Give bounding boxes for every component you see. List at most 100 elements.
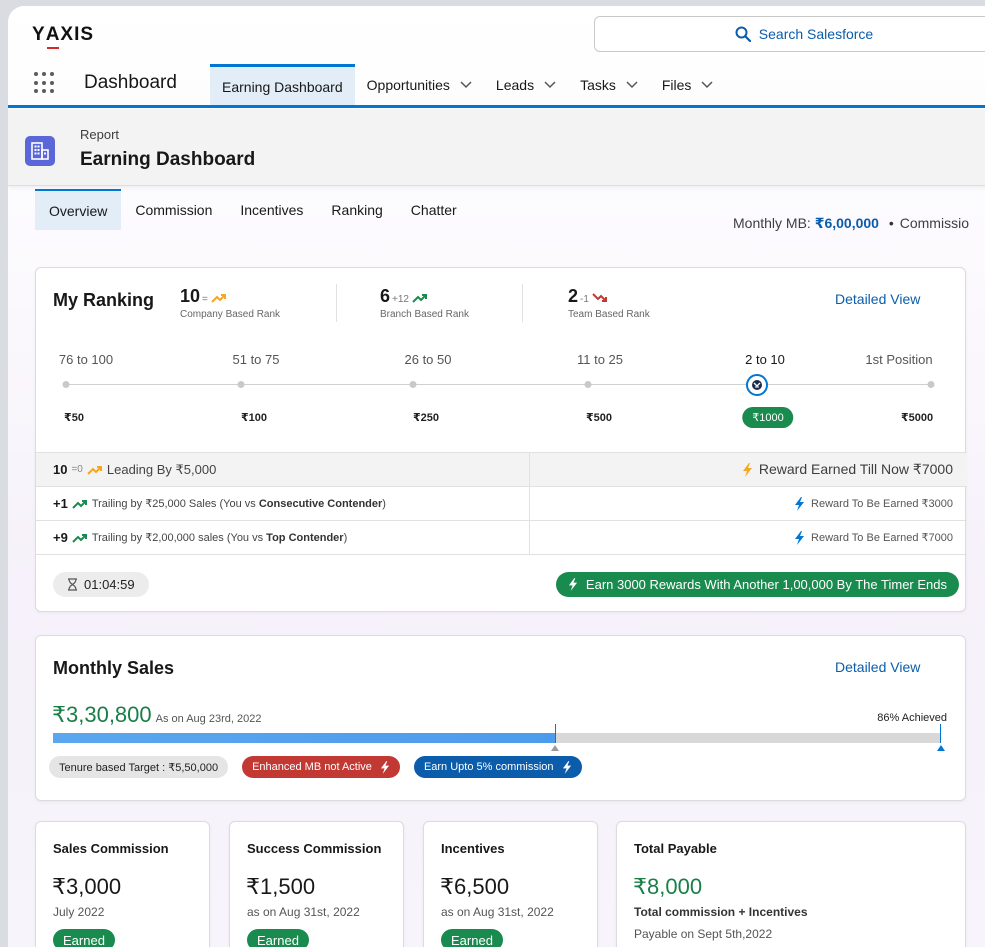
bolt-icon xyxy=(795,530,805,545)
row-text: Trailing by ₹2,00,000 sales (You vs Top … xyxy=(92,531,347,544)
tier-range: 26 to 50 xyxy=(404,352,452,367)
row-left: +9 Trailing by ₹2,00,000 sales (You vs T… xyxy=(36,521,530,554)
tier-range-current: 2 to 10 xyxy=(745,352,785,367)
tab-label: Opportunities xyxy=(366,77,450,93)
trend-down-icon xyxy=(592,293,607,302)
company-rank: 10 = Company Based Rank xyxy=(180,286,280,320)
tab-earning-dashboard[interactable]: Earning Dashboard xyxy=(210,64,355,106)
report-icon xyxy=(25,136,55,166)
chevron-down-icon[interactable] xyxy=(626,81,638,89)
bolt-icon xyxy=(568,578,578,591)
chevron-down-icon[interactable] xyxy=(701,81,713,89)
card-title: Total Payable xyxy=(634,841,717,856)
card-title: Sales Commission xyxy=(53,841,169,856)
card-title: Success Commission xyxy=(247,841,382,856)
monthly-mb-value: ₹6,00,000 xyxy=(814,215,879,231)
tier-rewards: ₹50 ₹100 ₹250 ₹500 ₹1000 ₹5000 xyxy=(36,407,967,432)
bolt-icon xyxy=(380,760,390,774)
tier-reward: ₹250 xyxy=(412,412,440,424)
earn-rewards-cta[interactable]: Earn 3000 Rewards With Another 1,00,000 … xyxy=(555,572,959,597)
rank-delta: = xyxy=(202,294,208,305)
tab-label: Earning Dashboard xyxy=(222,78,343,95)
tier-reward: ₹50 xyxy=(64,412,84,424)
tier-dot xyxy=(409,381,417,388)
monthly-sales-title: Monthly Sales xyxy=(53,658,175,678)
sales-commission-card[interactable]: Sales Commission ₹3,000 July 2022 Earned xyxy=(35,821,210,947)
tab-files[interactable]: Files xyxy=(650,64,726,106)
divider xyxy=(522,284,523,322)
incentives-card[interactable]: Incentives ₹6,500 as on Aug 31st, 2022 E… xyxy=(423,821,598,947)
sales-pills: Tenure based Target : ₹5,50,000 Enhanced… xyxy=(49,756,582,778)
tab-leads[interactable]: Leads xyxy=(484,64,568,106)
row-text: Trailing by ₹25,000 Sales (You vs Consec… xyxy=(92,497,386,510)
tier-dot xyxy=(927,381,935,388)
app-frame: YAXIS Search Salesforce Dashboard Earnin… xyxy=(8,6,985,947)
sales-as-on: As on Aug 23rd, 2022 xyxy=(155,713,262,725)
row-text-post: ) xyxy=(382,498,386,510)
pill-label: Tenure based Target : ₹5,50,000 xyxy=(59,761,219,774)
card-value: ₹6,500 xyxy=(440,874,510,899)
success-commission-card[interactable]: Success Commission ₹1,500 as on Aug 31st… xyxy=(229,821,404,947)
tier-range: 1st Position xyxy=(865,352,933,367)
row-delta: =0 xyxy=(71,464,83,475)
app-launcher-icon[interactable] xyxy=(34,72,56,94)
subtab-ranking[interactable]: Ranking xyxy=(317,189,396,230)
card-subtitle: Total commission + Incentives xyxy=(634,905,808,919)
tier-dot xyxy=(584,381,592,388)
sales-progress-bar xyxy=(53,724,941,743)
bolt-icon xyxy=(562,760,571,774)
earn-commission-pill[interactable]: Earn Upto 5% commission xyxy=(413,756,582,778)
target-marker xyxy=(940,724,941,743)
rank-delta: +12 xyxy=(392,294,409,305)
page-title: Earning Dashboard xyxy=(80,149,256,170)
subtabs: Overview Commission Incentives Ranking C… xyxy=(35,189,471,230)
separator: • xyxy=(888,215,894,231)
total-payable-card[interactable]: Total Payable ₹8,000 Total commission + … xyxy=(616,821,966,947)
ranking-detailed-view-link[interactable]: Detailed View xyxy=(835,291,920,307)
sales-amount: ₹3,30,800 As on Aug 23rd, 2022 xyxy=(52,702,261,728)
row-rank: +1 xyxy=(53,496,68,511)
logo-text: A xyxy=(45,24,61,49)
bolt-icon xyxy=(742,462,752,477)
commission-label: Commissio xyxy=(899,215,969,231)
row-left: +1 Trailing by ₹25,000 Sales (You vs Con… xyxy=(36,487,530,520)
sales-detailed-view-link[interactable]: Detailed View xyxy=(835,659,920,675)
chevron-down-icon[interactable] xyxy=(460,81,472,89)
pill-label: Enhanced MB not Active xyxy=(252,761,372,773)
yaxis-logo[interactable]: YAXIS xyxy=(32,24,94,49)
search-placeholder: Search Salesforce xyxy=(758,26,874,42)
tenure-target-pill: Tenure based Target : ₹5,50,000 xyxy=(49,756,229,778)
rank-value: 6 xyxy=(380,286,391,306)
tier-range: 76 to 100 xyxy=(58,352,114,367)
card-value: ₹3,000 xyxy=(52,874,122,899)
search-icon xyxy=(735,26,751,42)
trend-up-icon xyxy=(72,533,87,543)
row-left: 10 =0 Leading By ₹5,000 xyxy=(36,453,530,486)
nav-tabs: Earning Dashboard Opportunities Leads Ta… xyxy=(210,64,725,106)
row-right: Reward To Be Earned ₹3000 xyxy=(530,487,967,520)
tier-dot xyxy=(62,381,70,388)
countdown-timer: 01:04:59 xyxy=(53,572,149,597)
enhanced-mb-pill[interactable]: Enhanced MB not Active xyxy=(242,756,400,778)
tier-range-labels: 76 to 100 51 to 75 26 to 50 11 to 25 2 t… xyxy=(36,352,967,372)
row-right: Reward Earned Till Now ₹7000 xyxy=(530,453,967,486)
global-nav: Dashboard Earning Dashboard Opportunitie… xyxy=(8,64,985,108)
sales-amount-value: ₹3,30,800 xyxy=(52,702,152,727)
team-rank: 2 -1 Team Based Rank xyxy=(568,286,650,320)
row-text-post: ) xyxy=(343,532,348,544)
subtab-chatter[interactable]: Chatter xyxy=(397,189,471,230)
row-text-bold: Top Contender xyxy=(266,532,344,544)
subtab-overview[interactable]: Overview xyxy=(35,189,122,230)
rank-value: 10 xyxy=(180,286,201,306)
tab-tasks[interactable]: Tasks xyxy=(568,64,650,106)
monthly-mb-summary: Monthly MB: ₹6,00,000 • Commissio xyxy=(733,215,969,232)
rank-delta: -1 xyxy=(580,294,589,305)
search-input[interactable]: Search Salesforce xyxy=(594,16,985,52)
subtab-incentives[interactable]: Incentives xyxy=(226,189,317,230)
subtab-commission[interactable]: Commission xyxy=(121,189,226,230)
timer-value: 01:04:59 xyxy=(84,577,135,592)
progress-fill xyxy=(53,733,555,743)
chevron-down-icon[interactable] xyxy=(544,81,556,89)
tab-opportunities[interactable]: Opportunities xyxy=(355,64,484,106)
rank-label: Branch Based Rank xyxy=(380,309,469,320)
